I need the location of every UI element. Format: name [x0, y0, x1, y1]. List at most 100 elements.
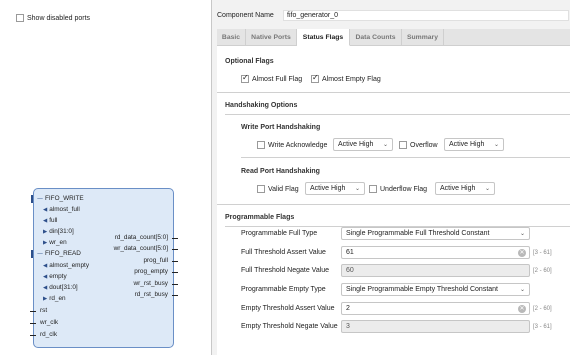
port-wire — [172, 238, 178, 239]
programmable-flags-title: Programmable Flags — [225, 214, 295, 221]
chevron-down-icon: ⌄ — [493, 141, 499, 148]
underflow-flag-label: Underflow Flag — [380, 185, 428, 193]
write-acknowledge-option[interactable]: Write Acknowledge — [257, 141, 327, 149]
port-wr-data-count: wr_data_count[5:0] — [113, 245, 168, 252]
output-arrow-icon: ◀ — [43, 263, 48, 269]
port-rst-wire — [30, 311, 36, 312]
port-full: ◀ full — [43, 217, 58, 224]
port-wire — [172, 261, 178, 262]
empty-threshold-assert-range: [2 - 60] — [533, 306, 552, 312]
clear-icon[interactable]: ✕ — [518, 249, 526, 257]
port-wr-rst-busy: wr_rst_busy — [133, 280, 168, 287]
full-threshold-assert-label: Full Threshold Assert Value — [241, 249, 326, 256]
port-wr-en: ▶ wr_en — [43, 239, 67, 246]
write-acknowledge-level-select[interactable]: Active High ⌄ — [333, 138, 393, 151]
section-divider — [225, 114, 570, 115]
output-arrow-icon: ◀ — [43, 207, 48, 213]
valid-flag-option[interactable]: Valid Flag — [257, 185, 299, 193]
output-arrow-icon: ◀ — [43, 274, 48, 280]
programmable-empty-type-select[interactable]: Single Programmable Empty Threshold Cons… — [341, 283, 530, 296]
programmable-full-type-select[interactable]: Single Programmable Full Threshold Const… — [341, 227, 530, 240]
tab-basic[interactable]: Basic — [217, 29, 246, 46]
read-port-handshaking-title: Read Port Handshaking — [241, 168, 320, 175]
section-divider — [217, 204, 570, 205]
port-fifo-write[interactable]: — FIFO_WRITE — [37, 195, 84, 203]
port-rd-clk: rd_clk — [40, 331, 58, 338]
almost-full-flag-checkbox[interactable] — [241, 73, 249, 83]
input-arrow-icon: ▶ — [43, 229, 48, 235]
write-acknowledge-checkbox[interactable] — [257, 141, 265, 149]
overflow-label: Overflow — [410, 141, 438, 149]
component-name-row: Component Name fifo_generator_0 — [217, 10, 569, 21]
empty-threshold-assert-label: Empty Threshold Assert Value — [241, 305, 335, 312]
almost-full-flag-option[interactable]: Almost Full Flag — [241, 73, 303, 83]
programmable-empty-type-label: Programmable Empty Type — [241, 286, 326, 293]
port-prog-full: prog_full — [143, 257, 168, 264]
write-acknowledge-label: Write Acknowledge — [268, 141, 328, 149]
port-dout: ◀ dout[31:0] — [43, 284, 78, 291]
chevron-down-icon: ⌄ — [484, 185, 490, 192]
section-divider — [217, 92, 570, 93]
port-empty: ◀ empty — [43, 273, 67, 280]
tab-data-counts[interactable]: Data Counts — [350, 29, 402, 46]
chevron-down-icon: ⌄ — [382, 141, 388, 148]
chevron-down-icon: ⌄ — [354, 185, 360, 192]
fifo-read-bus-marker — [31, 250, 33, 258]
chevron-down-icon: ⌄ — [519, 286, 525, 293]
port-wire — [172, 284, 178, 285]
underflow-flag-checkbox[interactable] — [369, 185, 377, 193]
underflow-flag-option[interactable]: Underflow Flag — [369, 185, 427, 193]
port-rd-en: ▶ rd_en — [43, 295, 66, 302]
section-divider — [241, 157, 570, 158]
valid-flag-level-select[interactable]: Active High ⌄ — [305, 182, 365, 195]
tab-bar: Basic Native Ports Status Flags Data Cou… — [217, 29, 570, 46]
input-arrow-icon: ▶ — [43, 240, 48, 246]
overflow-checkbox[interactable] — [399, 141, 407, 149]
handshaking-options-title: Handshaking Options — [225, 102, 298, 109]
optional-flags-title: Optional Flags — [225, 58, 274, 65]
overflow-level-select[interactable]: Active High ⌄ — [444, 138, 504, 151]
port-almost-empty: ◀ almost_empty — [43, 262, 90, 269]
component-name-input[interactable]: fifo_generator_0 — [283, 10, 569, 21]
empty-threshold-negate-range: [3 - 61] — [533, 324, 552, 330]
empty-threshold-negate-label: Empty Threshold Negate Value — [241, 323, 338, 330]
programmable-full-type-label: Programmable Full Type — [241, 230, 318, 237]
port-wr-clk: wr_clk — [40, 319, 59, 326]
tab-status-flags[interactable]: Status Flags — [297, 29, 350, 46]
configuration-panel: Component Name fifo_generator_0 Basic Na… — [212, 0, 570, 355]
output-arrow-icon: ◀ — [43, 218, 48, 224]
port-wire — [172, 249, 178, 250]
port-wr-clk-wire — [30, 323, 36, 324]
input-arrow-icon: ▶ — [43, 296, 48, 302]
almost-empty-flag-label: Almost Empty Flag — [322, 75, 381, 83]
port-almost-full: ◀ almost_full — [43, 206, 80, 213]
port-rd-data-count: rd_data_count[5:0] — [114, 234, 168, 241]
port-wire — [172, 295, 178, 296]
show-disabled-ports-label: Show disabled ports — [27, 14, 91, 22]
fifo-write-bus-marker — [31, 195, 33, 203]
overflow-option[interactable]: Overflow — [399, 141, 438, 149]
port-fifo-read[interactable]: — FIFO_READ — [37, 250, 81, 258]
tab-summary[interactable]: Summary — [402, 29, 444, 46]
almost-full-flag-label: Almost Full Flag — [252, 75, 303, 83]
port-wire — [172, 272, 178, 273]
bus-collapse-icon: — — [37, 195, 43, 202]
chevron-down-icon: ⌄ — [519, 230, 525, 237]
show-disabled-ports-toggle[interactable]: Show disabled ports — [16, 14, 90, 22]
full-threshold-assert-input[interactable]: 61 ✕ — [341, 246, 530, 259]
output-arrow-icon: ◀ — [43, 285, 48, 291]
port-rst: rst — [40, 307, 48, 314]
underflow-flag-level-select[interactable]: Active High ⌄ — [435, 182, 495, 195]
full-threshold-negate-label: Full Threshold Negate Value — [241, 267, 330, 274]
port-din: ▶ din[31:0] — [43, 228, 74, 235]
valid-flag-label: Valid Flag — [268, 185, 299, 193]
empty-threshold-assert-input[interactable]: 2 ✕ — [341, 302, 530, 315]
almost-empty-flag-checkbox[interactable] — [311, 73, 319, 83]
almost-empty-flag-option[interactable]: Almost Empty Flag — [311, 73, 381, 83]
full-threshold-negate-range: [2 - 60] — [533, 268, 552, 274]
port-rd-clk-wire — [30, 335, 36, 336]
tab-native-ports[interactable]: Native Ports — [246, 29, 297, 46]
valid-flag-checkbox[interactable] — [257, 185, 265, 193]
clear-icon[interactable]: ✕ — [518, 305, 526, 313]
show-disabled-ports-checkbox[interactable] — [16, 14, 24, 22]
